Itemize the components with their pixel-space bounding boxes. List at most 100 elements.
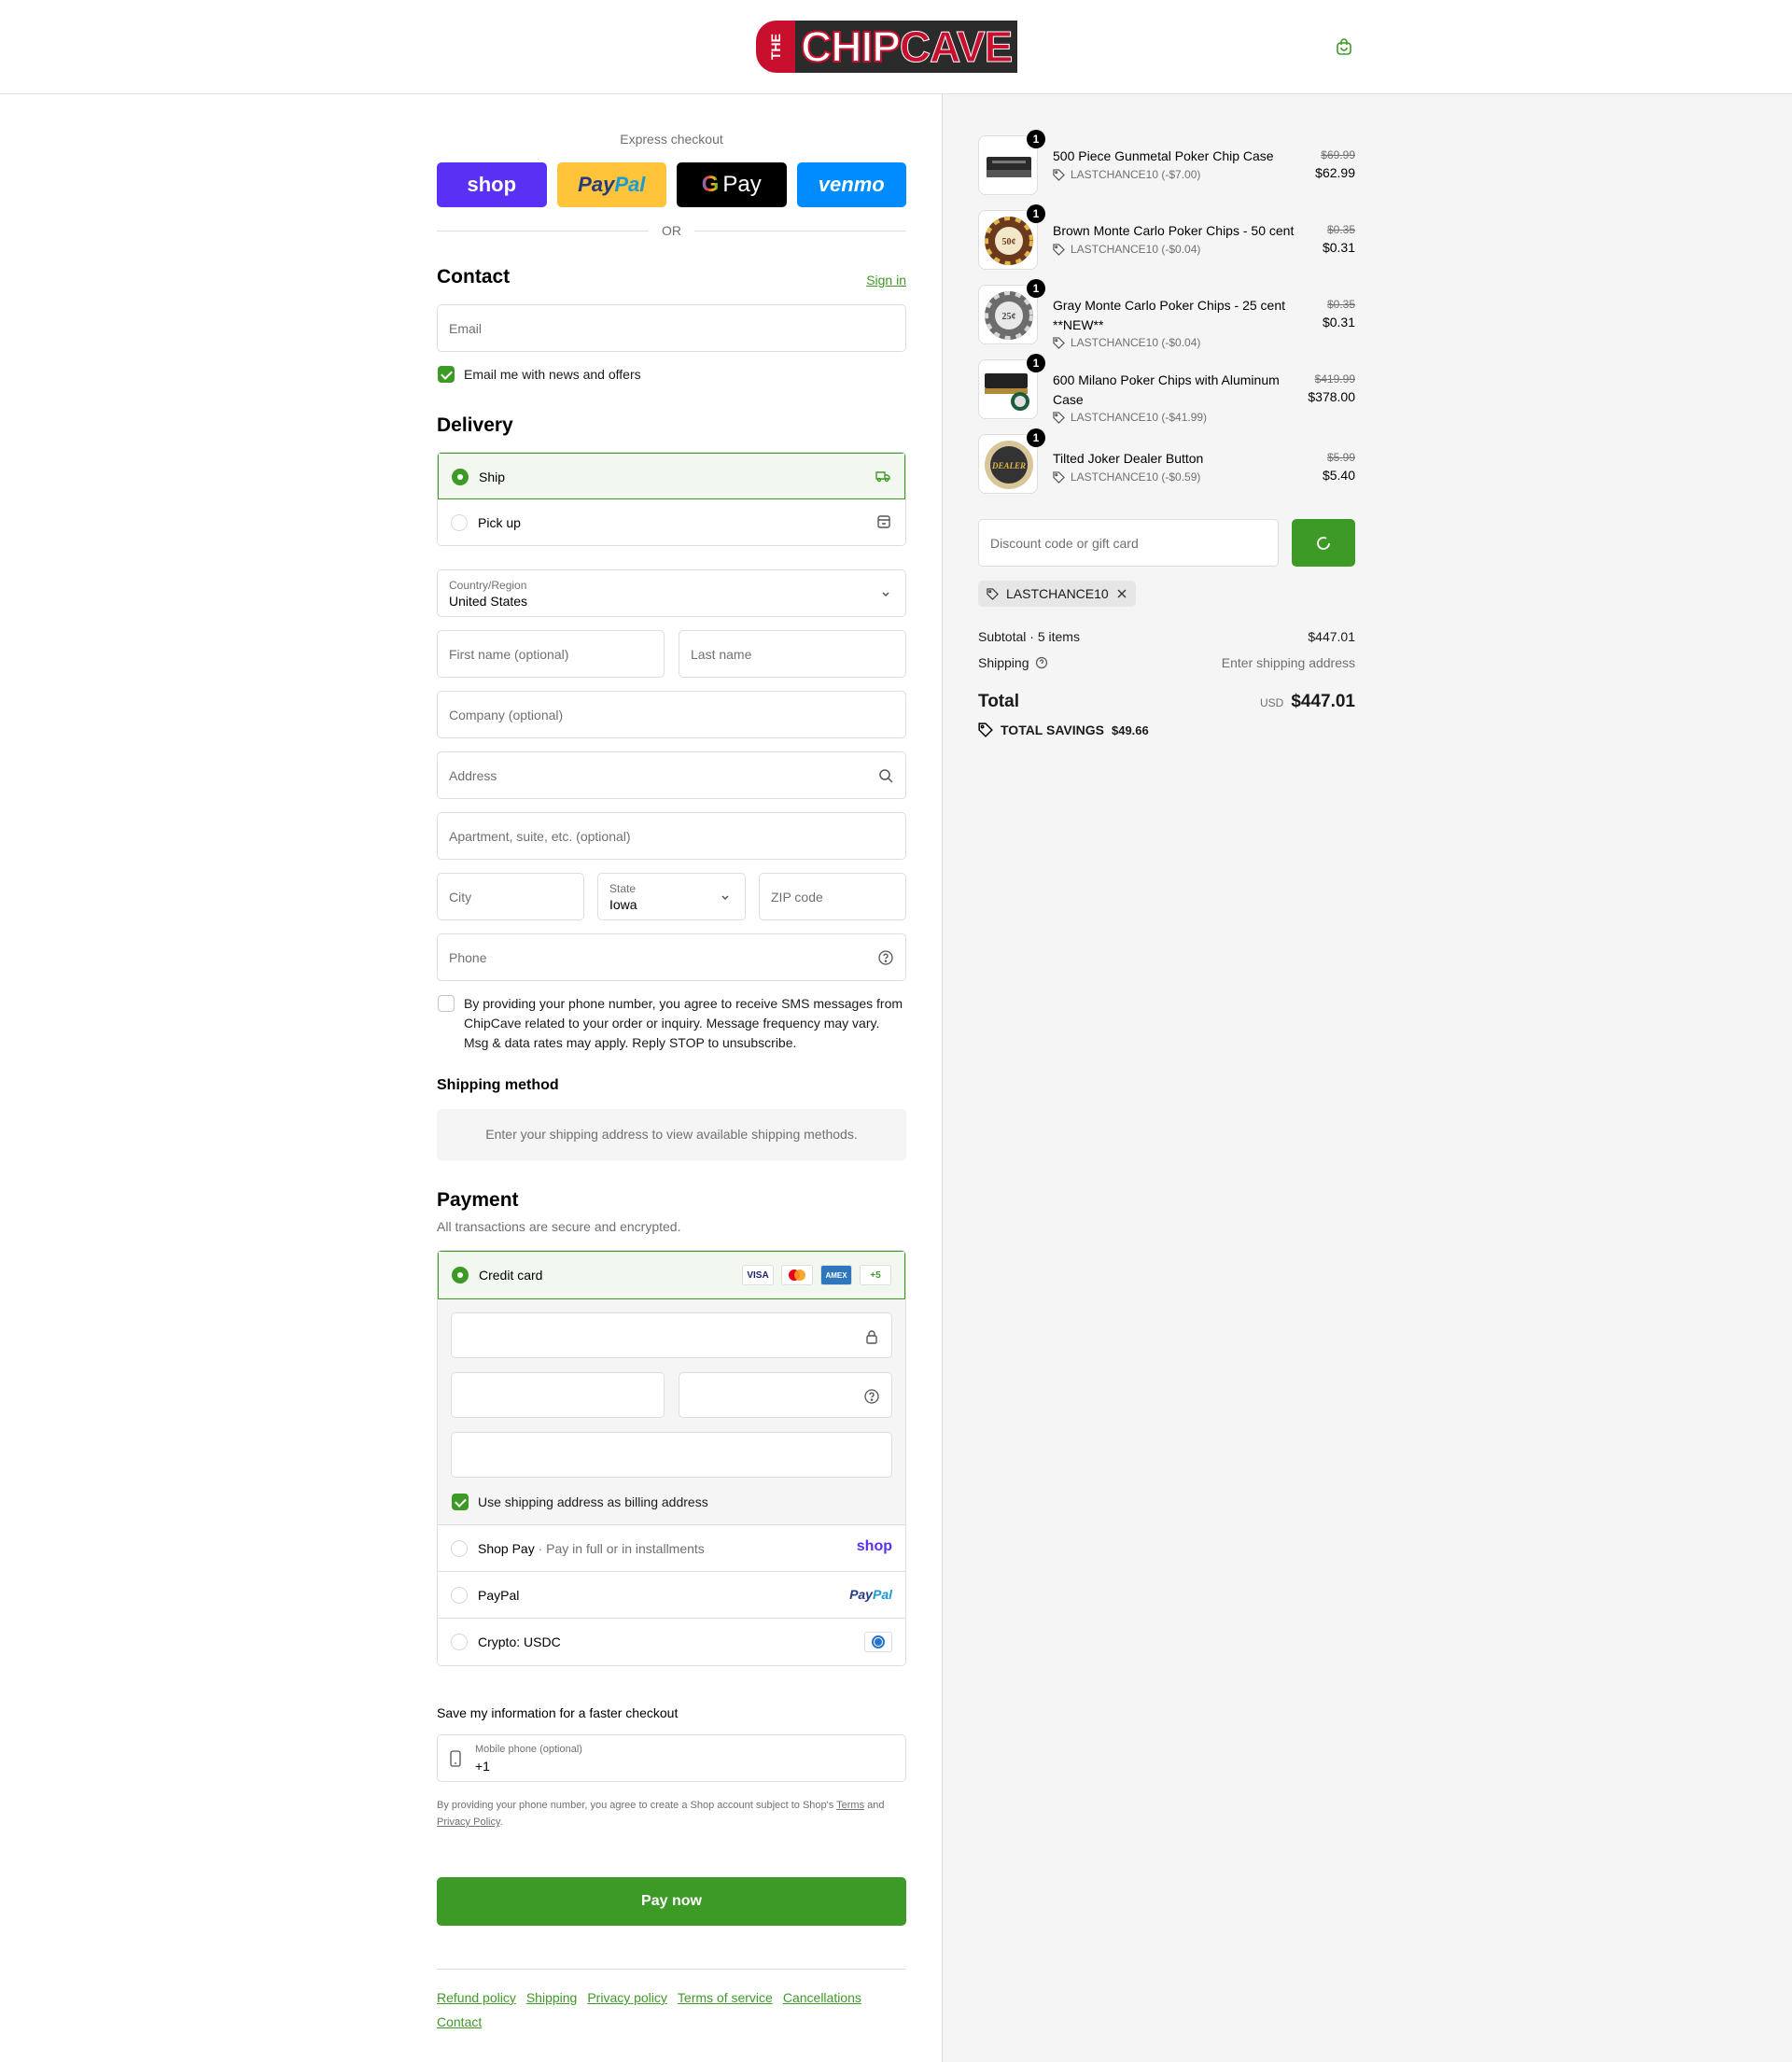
express-checkout-buttons: shop Pay Pal G Pay venmo bbox=[437, 162, 906, 207]
billing-same-label: Use shipping address as billing address bbox=[478, 1494, 708, 1509]
item-name: 500 Piece Gunmetal Poker Chip Case bbox=[1053, 148, 1274, 163]
mastercard-icon bbox=[781, 1265, 813, 1285]
applied-code-label: LASTCHANCE10 bbox=[1006, 586, 1109, 601]
original-price: $419.99 bbox=[1314, 372, 1355, 386]
shop-pay-option[interactable]: Shop Pay · Pay in full or in installment… bbox=[438, 1525, 905, 1572]
delivery-method-group: Ship Pick up bbox=[437, 452, 906, 546]
cancellations-link[interactable]: Cancellations bbox=[783, 1990, 861, 2005]
item-price: $5.40 bbox=[1322, 468, 1355, 483]
credit-card-radio[interactable] bbox=[452, 1267, 469, 1283]
or-divider: OR bbox=[437, 223, 906, 238]
address-field[interactable]: Address bbox=[437, 751, 906, 799]
total-label: Total bbox=[978, 692, 1019, 711]
shipping-label: Shipping bbox=[978, 655, 1048, 670]
payment-subtitle: All transactions are secure and encrypte… bbox=[437, 1219, 681, 1234]
mobile-phone-field[interactable]: Mobile phone (optional) +1 bbox=[437, 1734, 906, 1782]
payment-method-group: Credit card VISA AMEX +5 Use shipping ad… bbox=[437, 1250, 906, 1666]
refund-policy-link[interactable]: Refund policy bbox=[437, 1990, 516, 2005]
ship-option[interactable]: Ship bbox=[438, 453, 905, 499]
logo-the-badge: THE bbox=[756, 21, 795, 73]
delivery-heading: Delivery bbox=[437, 414, 513, 436]
tag-icon bbox=[1053, 470, 1065, 484]
venmo-express-button[interactable]: venmo bbox=[796, 162, 906, 207]
expiration-field[interactable] bbox=[451, 1372, 665, 1418]
crypto-usdc-option[interactable]: Crypto: USDC bbox=[438, 1619, 905, 1665]
ship-radio[interactable] bbox=[452, 469, 469, 485]
payment-heading: Payment bbox=[437, 1189, 519, 1211]
help-circle-icon[interactable] bbox=[877, 949, 894, 966]
name-on-card-field[interactable] bbox=[451, 1432, 892, 1478]
original-price: $0.35 bbox=[1326, 298, 1355, 311]
footer-divider bbox=[437, 1969, 906, 1970]
credit-card-option[interactable]: Credit card VISA AMEX +5 bbox=[438, 1251, 905, 1299]
item-price: $378.00 bbox=[1308, 389, 1355, 404]
email-field[interactable]: Email bbox=[437, 304, 906, 352]
security-code-field[interactable] bbox=[679, 1372, 892, 1418]
paypal-radio[interactable] bbox=[451, 1587, 468, 1604]
sign-in-link[interactable]: Sign in bbox=[866, 273, 906, 288]
phone-field[interactable]: Phone bbox=[437, 933, 906, 981]
state-select[interactable]: State Iowa bbox=[597, 873, 746, 920]
contact-heading: Contact bbox=[437, 266, 511, 288]
mobile-phone-icon bbox=[450, 1750, 461, 1767]
item-price: $0.31 bbox=[1322, 315, 1355, 330]
news-offers-checkbox[interactable] bbox=[438, 366, 455, 383]
apartment-field[interactable]: Apartment, suite, etc. (optional) bbox=[437, 812, 906, 860]
shopping-bag-icon[interactable] bbox=[1335, 37, 1353, 56]
country-select[interactable]: Country/Region United States bbox=[437, 569, 906, 617]
footer-links: Refund policy Shipping Privacy policy Terms… bbox=[437, 1985, 906, 2034]
last-name-field[interactable]: Last name bbox=[679, 630, 906, 678]
first-name-field[interactable]: First name (optional) bbox=[437, 630, 665, 678]
original-price: $69.99 bbox=[1321, 148, 1355, 161]
paypal-express-button[interactable]: Pay Pal bbox=[556, 162, 666, 207]
news-offers-label: Email me with news and offers bbox=[464, 367, 641, 382]
more-cards-badge: +5 bbox=[860, 1265, 891, 1285]
terms-of-service-link[interactable]: Terms of service bbox=[678, 1990, 773, 2005]
shipping-method-notice: Enter your shipping address to view avai… bbox=[437, 1109, 906, 1160]
help-circle-icon[interactable] bbox=[863, 1388, 880, 1405]
city-field[interactable]: City bbox=[437, 873, 584, 920]
quantity-badge: 1 bbox=[1027, 130, 1045, 148]
google-pay-express-button[interactable]: G Pay bbox=[677, 162, 787, 207]
shop-pay-radio[interactable] bbox=[451, 1540, 468, 1557]
subtotal-value: $447.01 bbox=[1308, 629, 1355, 644]
privacy-policy-link[interactable]: Privacy policy bbox=[587, 1990, 667, 2005]
item-discount: LASTCHANCE10 (-$0.04) bbox=[1053, 243, 1200, 256]
tag-icon bbox=[1053, 336, 1065, 349]
sms-consent-checkbox[interactable] bbox=[438, 995, 455, 1012]
original-price: $0.35 bbox=[1326, 223, 1355, 236]
crypto-radio[interactable] bbox=[451, 1634, 468, 1650]
paypal-option[interactable]: PayPal PayPal bbox=[438, 1572, 905, 1619]
visa-icon: VISA bbox=[742, 1265, 774, 1285]
lock-icon bbox=[866, 1330, 877, 1344]
applied-discount-tag: LASTCHANCE10 bbox=[978, 581, 1136, 607]
apply-discount-button[interactable] bbox=[1292, 519, 1355, 567]
card-brands: VISA AMEX +5 bbox=[735, 1265, 891, 1285]
card-number-field[interactable] bbox=[451, 1312, 892, 1358]
zip-field[interactable]: ZIP code bbox=[759, 873, 906, 920]
shop-pay-express-button[interactable]: shop bbox=[437, 162, 547, 207]
company-field[interactable]: Company (optional) bbox=[437, 691, 906, 738]
pickup-option[interactable]: Pick up bbox=[438, 499, 905, 545]
tag-icon bbox=[987, 587, 999, 600]
item-discount: LASTCHANCE10 (-$0.59) bbox=[1053, 470, 1200, 484]
chipcave-logo[interactable]: THE CHIP CAVE bbox=[756, 19, 1036, 75]
pay-now-button[interactable]: Pay now bbox=[437, 1877, 906, 1926]
item-price: $0.31 bbox=[1322, 240, 1355, 255]
shop-terms-link[interactable]: Terms bbox=[836, 1800, 864, 1811]
save-info-title: Save my information for a faster checkou… bbox=[437, 1705, 679, 1720]
close-icon[interactable] bbox=[1116, 588, 1127, 599]
quantity-badge: 1 bbox=[1027, 428, 1045, 447]
line-item: DEALER 1 Tilted Joker Dealer Button LAST… bbox=[978, 428, 1355, 494]
loading-spinner-icon bbox=[1317, 536, 1330, 550]
billing-same-checkbox[interactable] bbox=[452, 1494, 469, 1510]
contact-link[interactable]: Contact bbox=[437, 2014, 482, 2029]
shipping-policy-link[interactable]: Shipping bbox=[526, 1990, 578, 2005]
shop-privacy-link[interactable]: Privacy Policy bbox=[437, 1817, 500, 1828]
svg-text:DEALER: DEALER bbox=[991, 461, 1026, 470]
discount-code-field[interactable]: Discount code or gift card bbox=[978, 519, 1279, 567]
shop-pay-logo: shop bbox=[856, 1538, 892, 1554]
pickup-radio[interactable] bbox=[451, 514, 468, 531]
chevron-down-icon bbox=[882, 592, 889, 597]
help-circle-icon[interactable] bbox=[1035, 656, 1048, 669]
